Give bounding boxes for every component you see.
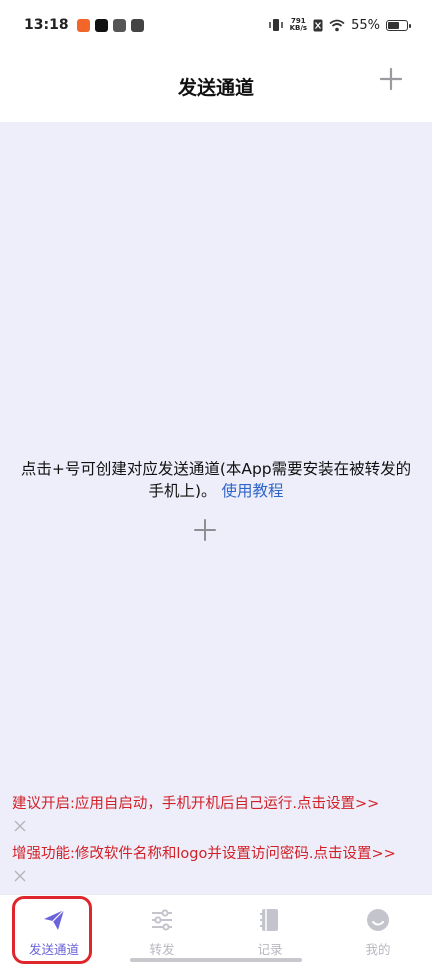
- storage-app-icon: [130, 18, 144, 32]
- status-app-icons: [76, 18, 144, 32]
- tiktok-app-icon: [94, 18, 108, 32]
- nav-tab-send-channel[interactable]: 发送通道: [0, 895, 108, 964]
- nav-tab-records[interactable]: 记录: [216, 895, 324, 964]
- channel-list-area: 点击+号可创建对应发送通道(本App需要安装在被转发的手机上)。 使用教程 建议…: [0, 122, 432, 894]
- page-title: 发送通道: [177, 76, 254, 99]
- nav-label: 我的: [365, 942, 391, 957]
- nav-label: 转发: [149, 942, 175, 957]
- battery-level-fill: [388, 21, 399, 29]
- empty-state-text: 点击+号可创建对应发送通道(本App需要安装在被转发的手机上)。: [20, 460, 412, 500]
- autostart-tip: 建议开启:应用自启动，手机开机后自己运行.点击设置>>: [12, 794, 424, 834]
- bottom-navigation: 发送通道 转发 记录 我的: [0, 894, 432, 964]
- close-icon[interactable]: [12, 868, 28, 884]
- empty-state-message: 点击+号可创建对应发送通道(本App需要安装在被转发的手机上)。 使用教程: [14, 458, 418, 502]
- battery-icon: [386, 19, 411, 31]
- create-channel-plus-icon[interactable]: [193, 518, 217, 542]
- add-channel-button[interactable]: [378, 66, 404, 92]
- enhance-tip: 增强功能:修改软件名称和logo并设置访问密码.点击设置>>: [12, 844, 424, 884]
- status-bar: 13:18 791 KB/s 55%: [0, 0, 432, 50]
- app-header: 发送通道: [0, 50, 432, 122]
- wifi-icon: [329, 19, 345, 31]
- nav-label: 记录: [257, 942, 283, 957]
- profile-icon: [367, 909, 389, 931]
- tutorial-link[interactable]: 使用教程: [221, 482, 283, 500]
- notebook-icon: [260, 909, 278, 931]
- sim-off-icon: [313, 19, 323, 31]
- network-speed: 791 KB/s: [289, 17, 308, 32]
- taobao-app-icon: [76, 18, 90, 32]
- close-icon[interactable]: [12, 818, 28, 834]
- battery-percent: 55%: [351, 17, 380, 33]
- nav-label: 发送通道: [28, 942, 79, 957]
- vibrate-icon: [268, 19, 283, 31]
- nav-tab-forward[interactable]: 转发: [108, 895, 216, 964]
- sliders-icon: [152, 909, 172, 931]
- status-time: 13:18: [24, 17, 69, 33]
- nav-tab-mine[interactable]: 我的: [324, 895, 432, 964]
- link-app-icon: [112, 18, 126, 32]
- home-indicator[interactable]: [130, 958, 302, 962]
- enhance-tip-link[interactable]: 增强功能:修改软件名称和logo并设置访问密码.点击设置>>: [12, 844, 424, 864]
- send-icon: [44, 909, 65, 930]
- status-right: 791 KB/s 55%: [268, 17, 411, 33]
- autostart-tip-link[interactable]: 建议开启:应用自启动，手机开机后自己运行.点击设置>>: [12, 794, 424, 814]
